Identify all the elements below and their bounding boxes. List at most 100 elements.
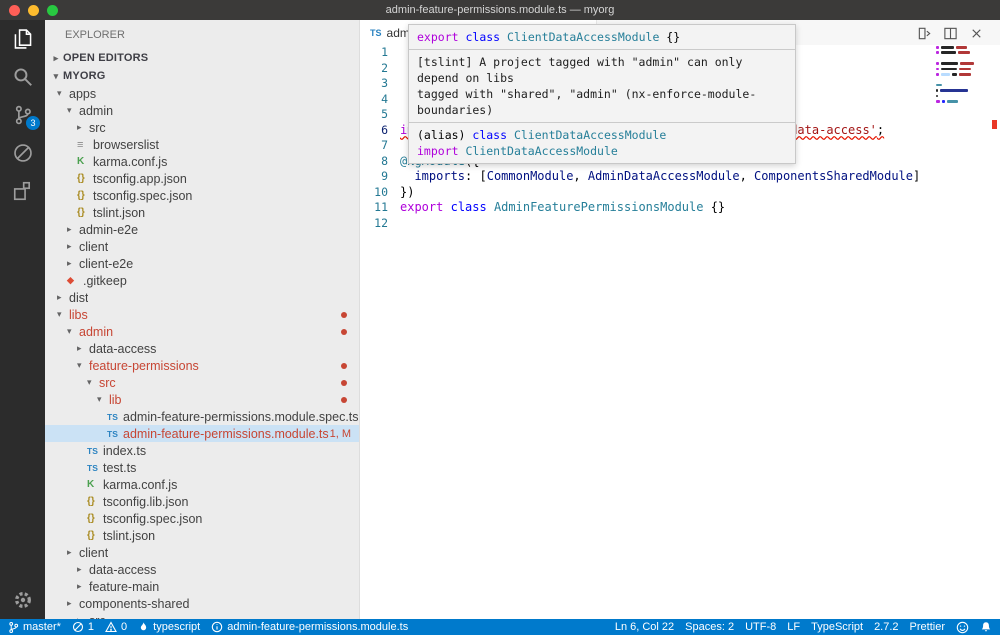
- chevron-collapsed-icon[interactable]: ▸: [77, 564, 89, 575]
- statusbar-item-6[interactable]: Prettier: [910, 621, 945, 633]
- tree-folder-client-e2e[interactable]: ▸client-e2e: [45, 255, 359, 272]
- minimap-line: [936, 57, 982, 60]
- open-changes-icon[interactable]: [917, 26, 932, 41]
- tree-file-.gitkeep[interactable]: ◆.gitkeep: [45, 272, 359, 289]
- activity-source-control-icon[interactable]: 3: [0, 96, 45, 134]
- statusbar-bell-icon[interactable]: [980, 621, 992, 634]
- chevron-collapsed-icon[interactable]: ▸: [67, 258, 79, 269]
- minimap[interactable]: [936, 46, 982, 111]
- chevron-collapsed-icon[interactable]: ▸: [67, 547, 79, 558]
- minimap-segment: [936, 84, 942, 87]
- code-token: ,: [740, 169, 754, 183]
- activity-debug-icon[interactable]: [0, 134, 45, 172]
- code-token: AdminFeaturePermissionsModule: [494, 200, 704, 214]
- tree-folder-dist[interactable]: ▸dist: [45, 289, 359, 306]
- line-content[interactable]: export class AdminFeaturePermissionsModu…: [400, 200, 725, 216]
- line-number: 9: [360, 169, 400, 185]
- maximize-window-button[interactable]: [47, 5, 58, 16]
- tree-file-tsconfig.app.json[interactable]: {}tsconfig.app.json: [45, 170, 359, 187]
- tree-file-tslint.json[interactable]: {}tslint.json: [45, 204, 359, 221]
- tree-item-label: components-shared: [79, 597, 189, 611]
- statusbar-error-1[interactable]: 1: [72, 621, 94, 633]
- tree-folder-components-shared[interactable]: ▸components-shared: [45, 595, 359, 612]
- tree-folder-libs[interactable]: ▾libs: [45, 306, 359, 323]
- tree-folder-feature-main[interactable]: ▸feature-main: [45, 578, 359, 595]
- chevron-expanded-icon[interactable]: ▾: [77, 360, 89, 371]
- tree-folder-feature-permissions[interactable]: ▾feature-permissions: [45, 357, 359, 374]
- statusbar-item-4[interactable]: TypeScript: [811, 621, 863, 633]
- activity-extensions-icon[interactable]: [0, 172, 45, 210]
- tree-file-admin-feature-permissions.module.ts[interactable]: TSadmin-feature-permissions.module.ts1, …: [45, 425, 359, 442]
- tree-file-browserslist[interactable]: ≡browserslist: [45, 136, 359, 153]
- tree-folder-client[interactable]: ▸client: [45, 544, 359, 561]
- statusbar-info-4[interactable]: admin-feature-permissions.module.ts: [211, 621, 408, 633]
- statusbar-warning-2[interactable]: 0: [105, 621, 127, 633]
- code-line-9: 9 imports: [CommonModule, AdminDataAcces…: [360, 169, 1000, 185]
- tree-file-admin-feature-permissions.module.spec.ts[interactable]: TSadmin-feature-permissions.module.spec.…: [45, 408, 359, 425]
- statusbar-item-2[interactable]: UTF-8: [745, 621, 776, 633]
- tree-item-label: client: [79, 240, 108, 254]
- tree-folder-admin[interactable]: ▾admin: [45, 323, 359, 340]
- close-window-button[interactable]: [9, 5, 20, 16]
- tree-folder-src[interactable]: ▾src: [45, 374, 359, 391]
- activity-explorer-icon[interactable]: [0, 20, 45, 58]
- tree-folder-lib[interactable]: ▾lib: [45, 391, 359, 408]
- chevron-collapsed-icon[interactable]: ▸: [77, 581, 89, 592]
- tree-file-tsconfig.lib.json[interactable]: {}tsconfig.lib.json: [45, 493, 359, 510]
- chevron-expanded-icon[interactable]: ▾: [97, 394, 109, 405]
- tree-folder-src[interactable]: ▸src: [45, 612, 359, 619]
- close-editor-icon[interactable]: [969, 26, 984, 41]
- chevron-expanded-icon[interactable]: ▾: [57, 88, 69, 99]
- statusbar-branch-0[interactable]: master*: [8, 621, 61, 634]
- chevron-collapsed-icon[interactable]: ▸: [57, 292, 69, 303]
- tree-folder-data-access[interactable]: ▸data-access: [45, 340, 359, 357]
- editor-actions: [917, 26, 984, 41]
- chevron-expanded-icon[interactable]: ▾: [87, 377, 99, 388]
- section-project-root[interactable]: ▾ MYORG: [45, 67, 359, 85]
- chevron-collapsed-icon[interactable]: ▸: [77, 122, 89, 133]
- split-editor-icon[interactable]: [943, 26, 958, 41]
- minimap-line: [936, 68, 982, 71]
- chevron-collapsed-icon[interactable]: ▸: [67, 224, 79, 235]
- chevron-collapsed-icon[interactable]: ▸: [67, 241, 79, 252]
- tree-folder-data-access[interactable]: ▸data-access: [45, 561, 359, 578]
- overview-ruler[interactable]: [988, 20, 1000, 619]
- line-content[interactable]: imports: [CommonModule, AdminDataAccessM…: [400, 169, 920, 185]
- chevron-collapsed-icon[interactable]: ▸: [77, 343, 89, 354]
- section-open-editors[interactable]: ▸ OPEN EDITORS: [45, 49, 359, 67]
- tree-file-tsconfig.spec.json[interactable]: {}tsconfig.spec.json: [45, 510, 359, 527]
- tree-file-tslint.json[interactable]: {}tslint.json: [45, 527, 359, 544]
- chevron-expanded-icon[interactable]: ▾: [67, 105, 79, 116]
- minimize-window-button[interactable]: [28, 5, 39, 16]
- statusbar-label: Ln 6, Col 22: [615, 621, 674, 633]
- info-icon: [211, 621, 223, 633]
- tree-folder-src[interactable]: ▸src: [45, 119, 359, 136]
- statusbar-smiley-icon[interactable]: [956, 621, 969, 634]
- smiley-icon: [956, 621, 969, 634]
- chevron-collapsed-icon[interactable]: ▸: [67, 598, 79, 609]
- activity-search-icon[interactable]: [0, 58, 45, 96]
- tree-file-karma.conf.js[interactable]: Kkarma.conf.js: [45, 476, 359, 493]
- tree-file-index.ts[interactable]: TSindex.ts: [45, 442, 359, 459]
- minimap-line: [936, 84, 982, 87]
- statusbar-item-1[interactable]: Spaces: 2: [685, 621, 734, 633]
- statusbar-label: 0: [121, 621, 127, 633]
- tree-folder-admin-e2e[interactable]: ▸admin-e2e: [45, 221, 359, 238]
- statusbar-flame-3[interactable]: typescript: [138, 621, 200, 633]
- line-content[interactable]: }): [400, 185, 414, 201]
- chevron-expanded-icon[interactable]: ▾: [67, 326, 79, 337]
- statusbar-item-0[interactable]: Ln 6, Col 22: [615, 621, 674, 633]
- statusbar-item-3[interactable]: LF: [787, 621, 800, 633]
- statusbar-item-5[interactable]: 2.7.2: [874, 621, 898, 633]
- line-number: 7: [360, 138, 400, 154]
- tree-folder-apps[interactable]: ▾apps: [45, 85, 359, 102]
- tree-file-test.ts[interactable]: TStest.ts: [45, 459, 359, 476]
- tree-folder-admin[interactable]: ▾admin: [45, 102, 359, 119]
- activity-settings-icon[interactable]: [0, 581, 45, 619]
- tree-file-tsconfig.spec.json[interactable]: {}tsconfig.spec.json: [45, 187, 359, 204]
- tree-item-label: src: [89, 121, 106, 135]
- tree-folder-client[interactable]: ▸client: [45, 238, 359, 255]
- code-token: {}: [659, 30, 680, 44]
- chevron-expanded-icon[interactable]: ▾: [57, 309, 69, 320]
- tree-file-karma.conf.js[interactable]: Kkarma.conf.js: [45, 153, 359, 170]
